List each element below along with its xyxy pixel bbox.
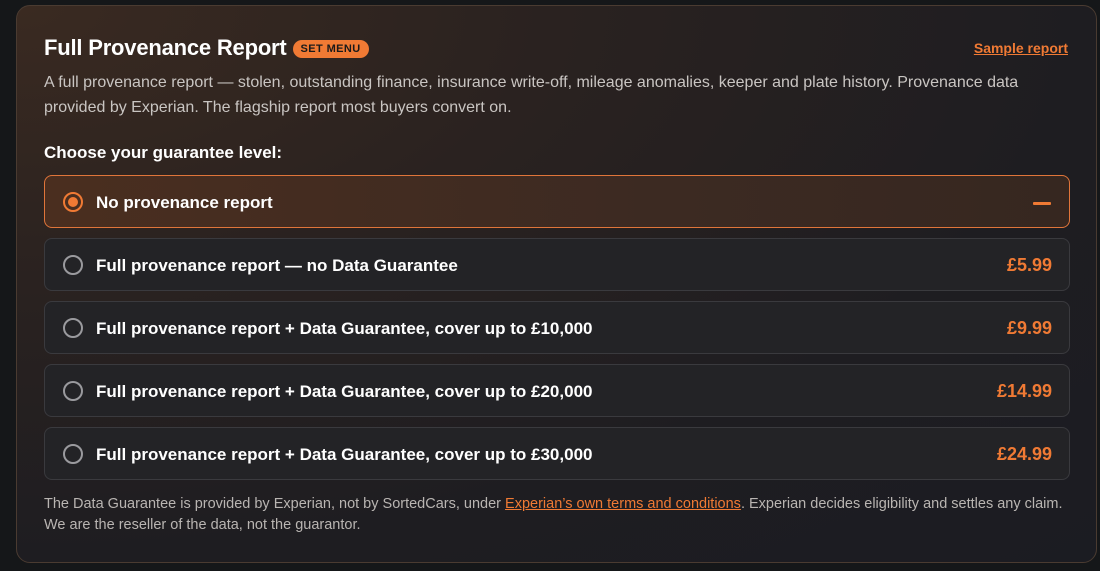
option-guarantee-10000[interactable]: Full provenance report + Data Guarantee,…	[44, 301, 1070, 354]
option-price: £5.99	[1006, 255, 1052, 275]
option-label: Full provenance report + Data Guarantee,…	[96, 319, 593, 338]
provenance-report-card: Full Provenance Report SET MENU Sample r…	[16, 5, 1097, 563]
page-title: Full Provenance Report	[44, 35, 287, 60]
radio-button[interactable]	[63, 381, 83, 401]
option-label: Full provenance report + Data Guarantee,…	[96, 382, 593, 401]
option-guarantee-30000[interactable]: Full provenance report + Data Guarantee,…	[44, 427, 1070, 480]
card-header: Full Provenance Report SET MENU Sample r…	[44, 34, 1068, 62]
disclaimer-text-start: The Data Guarantee is provided by Experi…	[44, 496, 506, 512]
option-no-guarantee[interactable]: Full provenance report — no Data Guarant…	[44, 238, 1070, 291]
radio-button[interactable]	[63, 318, 83, 338]
option-price: £24.99	[996, 444, 1052, 464]
guarantee-options: No provenance report Full provenance rep…	[44, 175, 1070, 490]
experian-terms-link[interactable]: Experian’s own terms and conditions	[505, 496, 741, 512]
radio-button[interactable]	[63, 255, 83, 275]
option-label: Full provenance report — no Data Guarant…	[96, 256, 458, 275]
report-description: A full provenance report — stolen, outst…	[44, 74, 1019, 116]
option-no-report[interactable]: No provenance report	[44, 175, 1070, 228]
dash-icon	[1033, 202, 1051, 205]
option-price: £14.99	[996, 381, 1052, 401]
radio-button[interactable]	[63, 192, 83, 212]
sample-report-link[interactable]: Sample report	[974, 40, 1068, 56]
option-guarantee-20000[interactable]: Full provenance report + Data Guarantee,…	[44, 364, 1070, 417]
guarantee-level-heading: Choose your guarantee level:	[44, 143, 283, 162]
radio-button[interactable]	[63, 444, 83, 464]
option-label: Full provenance report + Data Guarantee,…	[96, 445, 593, 464]
option-label: No provenance report	[96, 193, 273, 212]
set-menu-badge: SET MENU	[292, 40, 369, 58]
guarantee-disclaimer: The Data Guarantee is provided by Experi…	[44, 494, 1074, 536]
option-price: £9.99	[1006, 318, 1052, 338]
